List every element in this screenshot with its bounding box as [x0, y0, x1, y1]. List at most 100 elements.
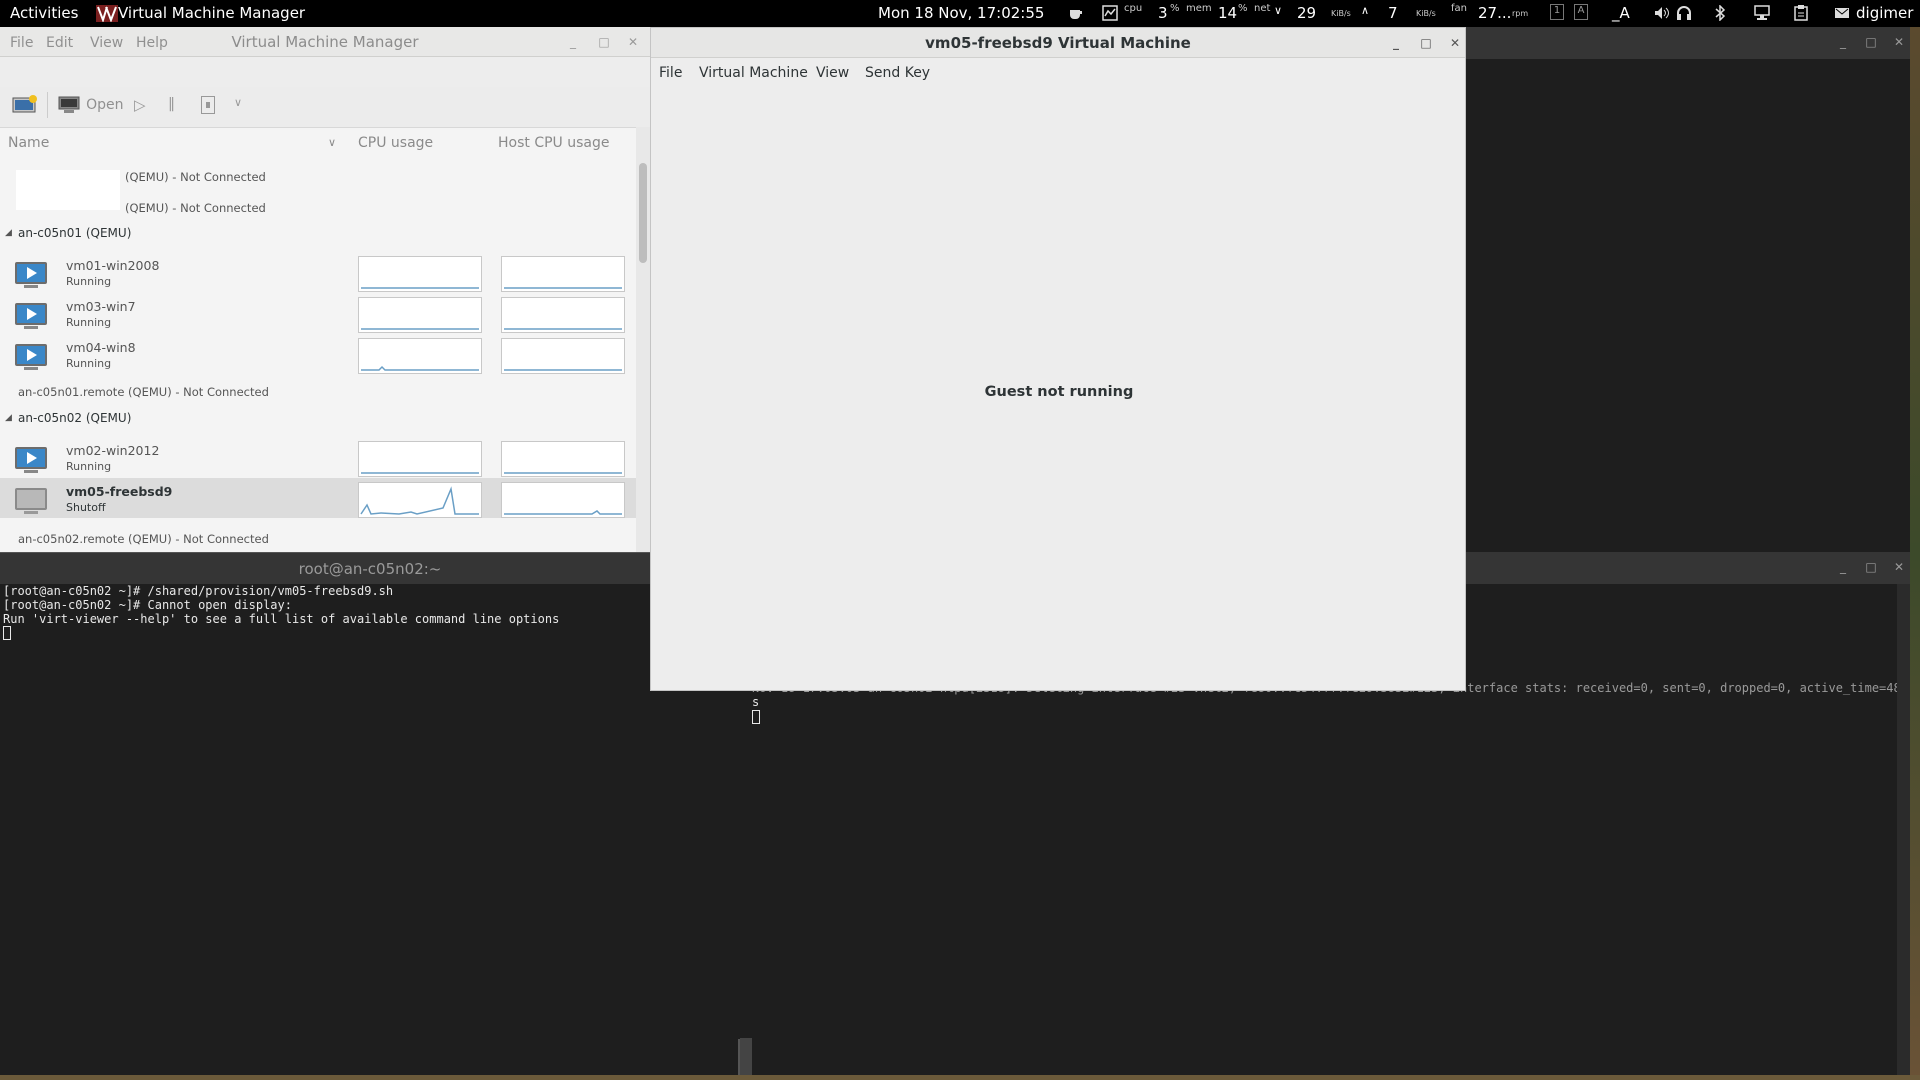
vm-name[interactable]: vm04-win8 — [66, 340, 136, 355]
host-cpu-usage-graph — [501, 338, 625, 374]
vm-running-icon — [14, 446, 48, 474]
clock[interactable]: Mon 18 Nov, 17:02:55 — [878, 4, 1044, 22]
fan-value: 27... — [1478, 4, 1512, 22]
terminal-titlebar[interactable]: _ □ ✕ — [1466, 552, 1910, 584]
maximize-icon[interactable]: □ — [1864, 560, 1878, 574]
menu-virtual-machine[interactable]: Virtual Machine — [699, 65, 808, 81]
user-menu[interactable]: digimer — [1856, 4, 1913, 22]
menu-send-key[interactable]: Send Key — [865, 65, 930, 81]
close-icon[interactable]: ✕ — [1892, 35, 1906, 49]
user-icon[interactable] — [1834, 5, 1850, 25]
workspace-1-indicator[interactable]: 1 — [1550, 4, 1564, 20]
system-monitor-icon[interactable] — [1102, 5, 1118, 25]
menu-help[interactable]: Help — [136, 35, 168, 51]
open-label: Open — [86, 97, 124, 113]
minimize-icon[interactable]: _ — [1389, 36, 1403, 50]
vm-running-icon — [14, 302, 48, 330]
menu-view[interactable]: View — [816, 65, 849, 81]
net-down-unit: KiB/s — [1331, 9, 1351, 18]
column-dropdown-icon[interactable]: ∨ — [328, 128, 336, 158]
vmm-window[interactable]: Virtual Machine Manager _ □ ✕ File Edit … — [0, 27, 650, 552]
vm-name[interactable]: vm02-win2012 — [66, 443, 159, 458]
terminal-title: root@an-c05n02:~ — [298, 560, 442, 578]
cpu-usage-graph — [358, 256, 482, 292]
maximize-icon[interactable]: □ — [1419, 36, 1433, 50]
desktop-background-bottom — [0, 1075, 1920, 1080]
bluetooth-icon[interactable] — [1714, 4, 1726, 25]
coffee-icon[interactable] — [1068, 5, 1084, 25]
new-vm-icon[interactable] — [12, 95, 38, 119]
workspace-2-indicator[interactable]: A — [1574, 4, 1588, 20]
shutdown-icon[interactable] — [201, 96, 215, 114]
connection-row[interactable]: an-c05n02.remote (QEMU) - Not Connected — [18, 532, 269, 546]
connection-group[interactable]: an-c05n01 (QEMU) — [18, 226, 131, 240]
headset-icon[interactable] — [1676, 5, 1692, 25]
column-header-host-cpu[interactable]: Host CPU usage — [498, 128, 610, 158]
net-down-value: 29 — [1297, 4, 1317, 22]
net-up-arrow-icon: ∧ — [1361, 4, 1370, 17]
host-cpu-usage-graph — [501, 482, 625, 518]
menu-file[interactable]: File — [10, 35, 33, 51]
run-icon[interactable]: ▷ — [134, 96, 146, 114]
vm-name[interactable]: vm03-win7 — [66, 299, 136, 314]
minimize-icon[interactable]: _ — [1836, 560, 1850, 574]
terminal-titlebar[interactable]: root@an-c05n02:~ — [0, 552, 740, 584]
open-button[interactable]: Open — [58, 96, 124, 114]
vm-status: Running — [66, 460, 112, 473]
volume-icon[interactable] — [1654, 5, 1670, 25]
vm-running-icon — [14, 343, 48, 371]
column-header-name[interactable]: Name — [8, 128, 49, 158]
vm-viewer-window[interactable]: vm05-freebsd9 Virtual Machine _ □ ✕ File… — [650, 27, 1466, 691]
terminal-scrollbar[interactable] — [1897, 584, 1910, 1075]
expander-icon[interactable]: ◢ — [5, 228, 12, 238]
shutdown-dropdown-icon[interactable]: ∨ — [234, 96, 242, 109]
column-header-cpu[interactable]: CPU usage — [358, 128, 433, 158]
mem-value: 14 — [1218, 4, 1238, 22]
scrollbar-thumb[interactable] — [639, 163, 647, 263]
menu-view[interactable]: View — [90, 35, 123, 51]
terminal-divider — [740, 1038, 752, 1075]
guest-status-message: Guest not running — [984, 384, 1134, 400]
window-title: vm05-freebsd9 Virtual Machine — [925, 34, 1191, 52]
connection-row[interactable]: an-c05n01.remote (QEMU) - Not Connected — [18, 385, 269, 399]
app-menu-button[interactable]: Virtual Machine Manager — [118, 4, 305, 22]
pause-icon[interactable]: ‖ — [168, 96, 175, 112]
vm-name[interactable]: vm01-win2008 — [66, 258, 159, 273]
top-bar: Activities Virtual Machine Manager Mon 1… — [0, 0, 1920, 27]
close-icon[interactable]: ✕ — [1892, 560, 1906, 574]
close-icon[interactable]: ✕ — [626, 35, 640, 49]
vm-list[interactable]: Name ∨ CPU usage Host CPU usage (QEMU) -… — [0, 127, 636, 552]
terminal-cursor — [3, 626, 11, 640]
close-icon[interactable]: ✕ — [1448, 36, 1462, 50]
activities-button[interactable]: Activities — [10, 4, 78, 22]
cpu-usage-graph — [358, 482, 482, 518]
net-label: net — [1254, 3, 1271, 14]
vm-list-scrollbar[interactable] — [636, 127, 650, 552]
connection-group[interactable]: an-c05n02 (QEMU) — [18, 411, 131, 425]
cpu-usage-graph — [358, 338, 482, 374]
vm-name[interactable]: vm05-freebsd9 — [66, 484, 172, 499]
host-cpu-usage-graph — [501, 441, 625, 477]
terminal-left[interactable]: [root@an-c05n02 ~]# /shared/provision/vm… — [0, 584, 740, 1075]
terminal-line: [root@an-c05n02 ~]# /shared/provision/vm… — [3, 584, 394, 598]
expander-icon[interactable]: ◢ — [5, 413, 12, 423]
monitor-icon — [58, 96, 80, 113]
terminal-titlebar[interactable]: _ □ ✕ — [1466, 27, 1910, 59]
fan-label: fan — [1451, 3, 1467, 14]
clipboard-icon[interactable] — [1794, 5, 1808, 25]
terminal-content[interactable] — [1466, 59, 1910, 552]
minimize-icon[interactable]: _ — [566, 35, 580, 49]
terminal-window-background[interactable]: _ □ ✕ — [1466, 27, 1910, 552]
input-method-indicator[interactable]: _A — [1612, 4, 1630, 22]
minimize-icon[interactable]: _ — [1836, 35, 1850, 49]
connection-row[interactable]: (QEMU) - Not Connected — [125, 170, 266, 184]
maximize-icon[interactable]: □ — [1864, 35, 1878, 49]
viewer-titlebar[interactable]: vm05-freebsd9 Virtual Machine _ □ ✕ — [651, 28, 1465, 58]
menu-file[interactable]: File — [659, 65, 682, 81]
mem-unit: % — [1238, 3, 1248, 14]
connection-row[interactable]: (QEMU) - Not Connected — [125, 201, 266, 215]
network-icon[interactable] — [1754, 5, 1770, 25]
maximize-icon[interactable]: □ — [597, 35, 611, 49]
menu-edit[interactable]: Edit — [46, 35, 73, 51]
host-cpu-usage-graph — [501, 297, 625, 333]
